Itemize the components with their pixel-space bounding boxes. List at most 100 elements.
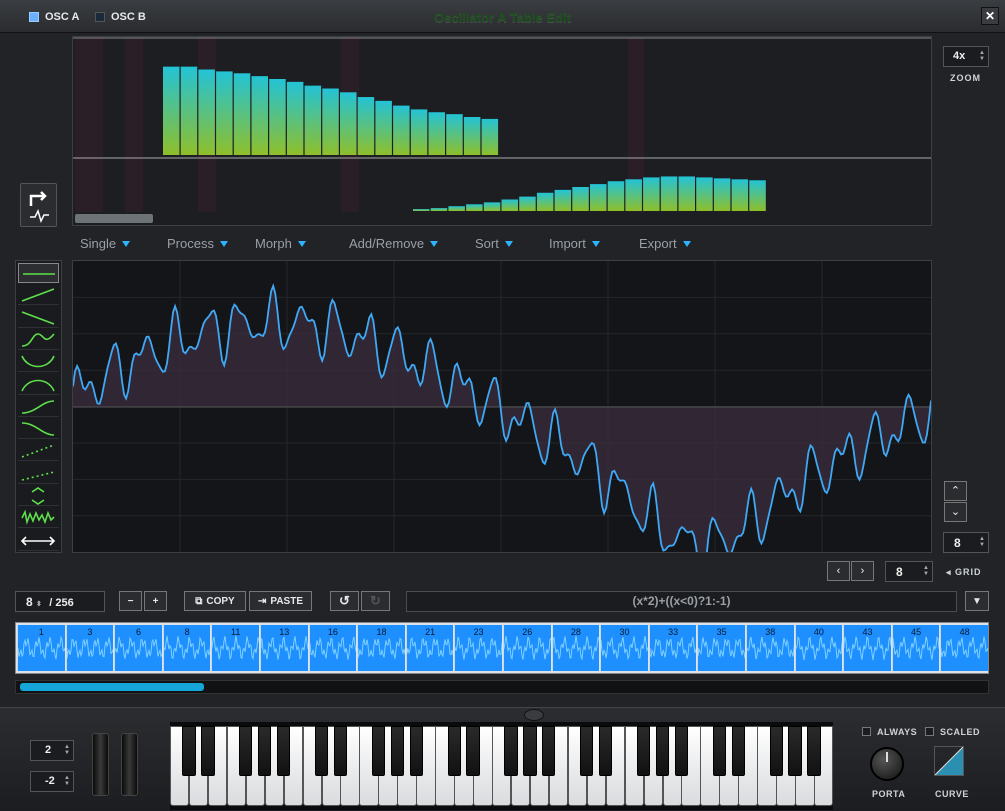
close-button[interactable]: ✕ bbox=[981, 7, 999, 25]
frame-thumbnail[interactable]: 13 bbox=[260, 625, 308, 671]
black-key[interactable] bbox=[314, 726, 329, 776]
black-key[interactable] bbox=[769, 726, 783, 776]
curve-icon[interactable] bbox=[934, 746, 964, 776]
frame-counter[interactable]: 8 ⬍ / 256 bbox=[15, 591, 105, 612]
toggle-view-button[interactable] bbox=[20, 183, 57, 227]
waveform-editor[interactable] bbox=[72, 260, 932, 586]
mod-wheel[interactable] bbox=[121, 733, 138, 796]
black-key[interactable] bbox=[655, 726, 670, 776]
black-key[interactable] bbox=[599, 726, 613, 776]
black-key[interactable] bbox=[409, 726, 423, 776]
frame-thumbnail[interactable]: 28 bbox=[551, 625, 600, 671]
zoom-selector[interactable]: 4x ▲ ▼ bbox=[943, 46, 989, 67]
paste-button[interactable]: ⇥ PASTE bbox=[249, 591, 312, 611]
harmonic-bars[interactable] bbox=[73, 37, 931, 225]
scroll-up-button[interactable]: ⌃ bbox=[944, 481, 967, 501]
black-key[interactable] bbox=[807, 726, 821, 776]
frame-thumbnail[interactable]: 8 bbox=[162, 625, 211, 671]
timeline-scrollbar[interactable] bbox=[15, 680, 989, 694]
frame-thumbnail[interactable]: 43 bbox=[843, 625, 891, 671]
black-key[interactable] bbox=[201, 726, 215, 776]
spin-icon[interactable]: ▲ ▼ bbox=[979, 536, 985, 548]
tool-dots-ramp[interactable] bbox=[18, 464, 59, 484]
add-frame-button[interactable]: + bbox=[144, 591, 167, 611]
octave-down-selector[interactable]: -2 ▲ ▼ bbox=[30, 771, 74, 792]
prev-button[interactable]: ‹ bbox=[827, 561, 850, 581]
redo-button[interactable]: ↻ bbox=[361, 591, 390, 611]
menu-export[interactable]: Export bbox=[639, 236, 691, 251]
undo-button[interactable]: ↺ bbox=[330, 591, 359, 611]
frame-thumbnail[interactable]: 26 bbox=[503, 625, 551, 671]
keyboard-scroll-knob[interactable] bbox=[524, 709, 544, 721]
pitch-wheel[interactable] bbox=[92, 733, 109, 796]
octave-up-selector[interactable]: 2 ▲ ▼ bbox=[30, 740, 74, 761]
tool-curve-down[interactable] bbox=[18, 419, 59, 440]
black-key[interactable] bbox=[390, 726, 404, 776]
menu-morph[interactable]: Morph bbox=[255, 236, 306, 251]
frame-thumbnail[interactable]: 3 bbox=[65, 625, 114, 671]
black-key[interactable] bbox=[239, 726, 253, 776]
tool-ramp-down[interactable] bbox=[18, 308, 59, 328]
frame-thumbnail[interactable]: 38 bbox=[746, 625, 794, 671]
porta-knob[interactable] bbox=[870, 747, 904, 781]
copy-button[interactable]: ⧉ COPY bbox=[184, 591, 246, 611]
frame-thumbnail-strip[interactable]: 1 3 6 8 11 13 16 18 21 23 26 28 30 33 35 38 40 43 45 48 bbox=[15, 622, 989, 674]
scaled-checkbox[interactable] bbox=[925, 727, 934, 736]
spin-icon[interactable]: ▲ ▼ bbox=[64, 744, 70, 756]
frame-thumbnail[interactable]: 40 bbox=[794, 625, 843, 671]
black-key[interactable] bbox=[523, 726, 537, 776]
menu-single[interactable]: Single bbox=[80, 236, 131, 251]
frame-thumbnail[interactable]: 30 bbox=[600, 625, 648, 671]
frame-thumbnail[interactable]: 23 bbox=[454, 625, 502, 671]
spin-icon[interactable]: ▲ ▼ bbox=[64, 775, 70, 787]
tool-sine-bowl[interactable] bbox=[18, 352, 59, 373]
waveform-canvas[interactable] bbox=[72, 261, 932, 586]
tool-sine-hump[interactable] bbox=[18, 375, 59, 395]
black-key[interactable] bbox=[182, 726, 196, 776]
black-key[interactable] bbox=[258, 726, 272, 776]
tool-curve-up[interactable] bbox=[18, 397, 59, 417]
black-key[interactable] bbox=[447, 726, 461, 776]
black-key[interactable] bbox=[636, 726, 651, 776]
remove-frame-button[interactable]: − bbox=[119, 591, 142, 611]
harmonic-editor[interactable] bbox=[72, 36, 932, 226]
frame-thumbnail[interactable]: 16 bbox=[308, 625, 357, 671]
spin-icon[interactable]: ⬍ bbox=[36, 601, 42, 608]
black-key[interactable] bbox=[712, 726, 726, 776]
black-key[interactable] bbox=[580, 726, 594, 776]
tool-stretch[interactable] bbox=[18, 531, 59, 551]
menu-add-remove[interactable]: Add/Remove bbox=[349, 236, 439, 251]
black-key[interactable] bbox=[788, 726, 802, 776]
frame-thumbnail[interactable]: 11 bbox=[211, 625, 259, 671]
harmonic-scrollbar[interactable] bbox=[75, 214, 153, 223]
black-key[interactable] bbox=[731, 726, 745, 776]
frame-thumbnail[interactable]: 21 bbox=[405, 625, 454, 671]
menu-import[interactable]: Import bbox=[549, 236, 600, 251]
frame-thumbnail[interactable]: 45 bbox=[891, 625, 940, 671]
tool-expand[interactable] bbox=[18, 486, 59, 506]
frame-thumbnail[interactable]: 35 bbox=[697, 625, 745, 671]
frame-current[interactable]: 8 bbox=[26, 595, 33, 609]
tool-dots-up[interactable] bbox=[18, 441, 59, 462]
menu-process[interactable]: Process bbox=[167, 236, 228, 251]
vertical-grid-selector[interactable]: 8 ▲ ▼ bbox=[943, 532, 989, 553]
tool-flat-line[interactable] bbox=[18, 263, 59, 283]
scroll-down-button[interactable]: ⌄ bbox=[944, 502, 967, 522]
tool-ramp-up[interactable] bbox=[18, 285, 59, 306]
formula-dropdown-button[interactable]: ▼ bbox=[965, 591, 989, 611]
black-key[interactable] bbox=[542, 726, 556, 776]
piano-keyboard[interactable] bbox=[170, 722, 834, 810]
black-key[interactable] bbox=[674, 726, 689, 776]
black-key[interactable] bbox=[504, 726, 518, 776]
spin-icon[interactable]: ▲ ▼ bbox=[923, 565, 929, 577]
black-key[interactable] bbox=[333, 726, 348, 776]
frame-thumbnail[interactable]: 6 bbox=[114, 625, 162, 671]
always-checkbox[interactable] bbox=[862, 727, 871, 736]
frame-thumbnail[interactable]: 33 bbox=[648, 625, 697, 671]
tool-sine-up[interactable] bbox=[18, 330, 59, 350]
frame-thumbnail[interactable]: 48 bbox=[940, 625, 988, 671]
timeline-scroll-thumb[interactable] bbox=[20, 683, 204, 691]
frame-thumbnail[interactable]: 18 bbox=[357, 625, 405, 671]
black-key[interactable] bbox=[371, 726, 385, 776]
formula-input[interactable]: (x*2)+((x<0)?1:-1) bbox=[406, 591, 957, 612]
